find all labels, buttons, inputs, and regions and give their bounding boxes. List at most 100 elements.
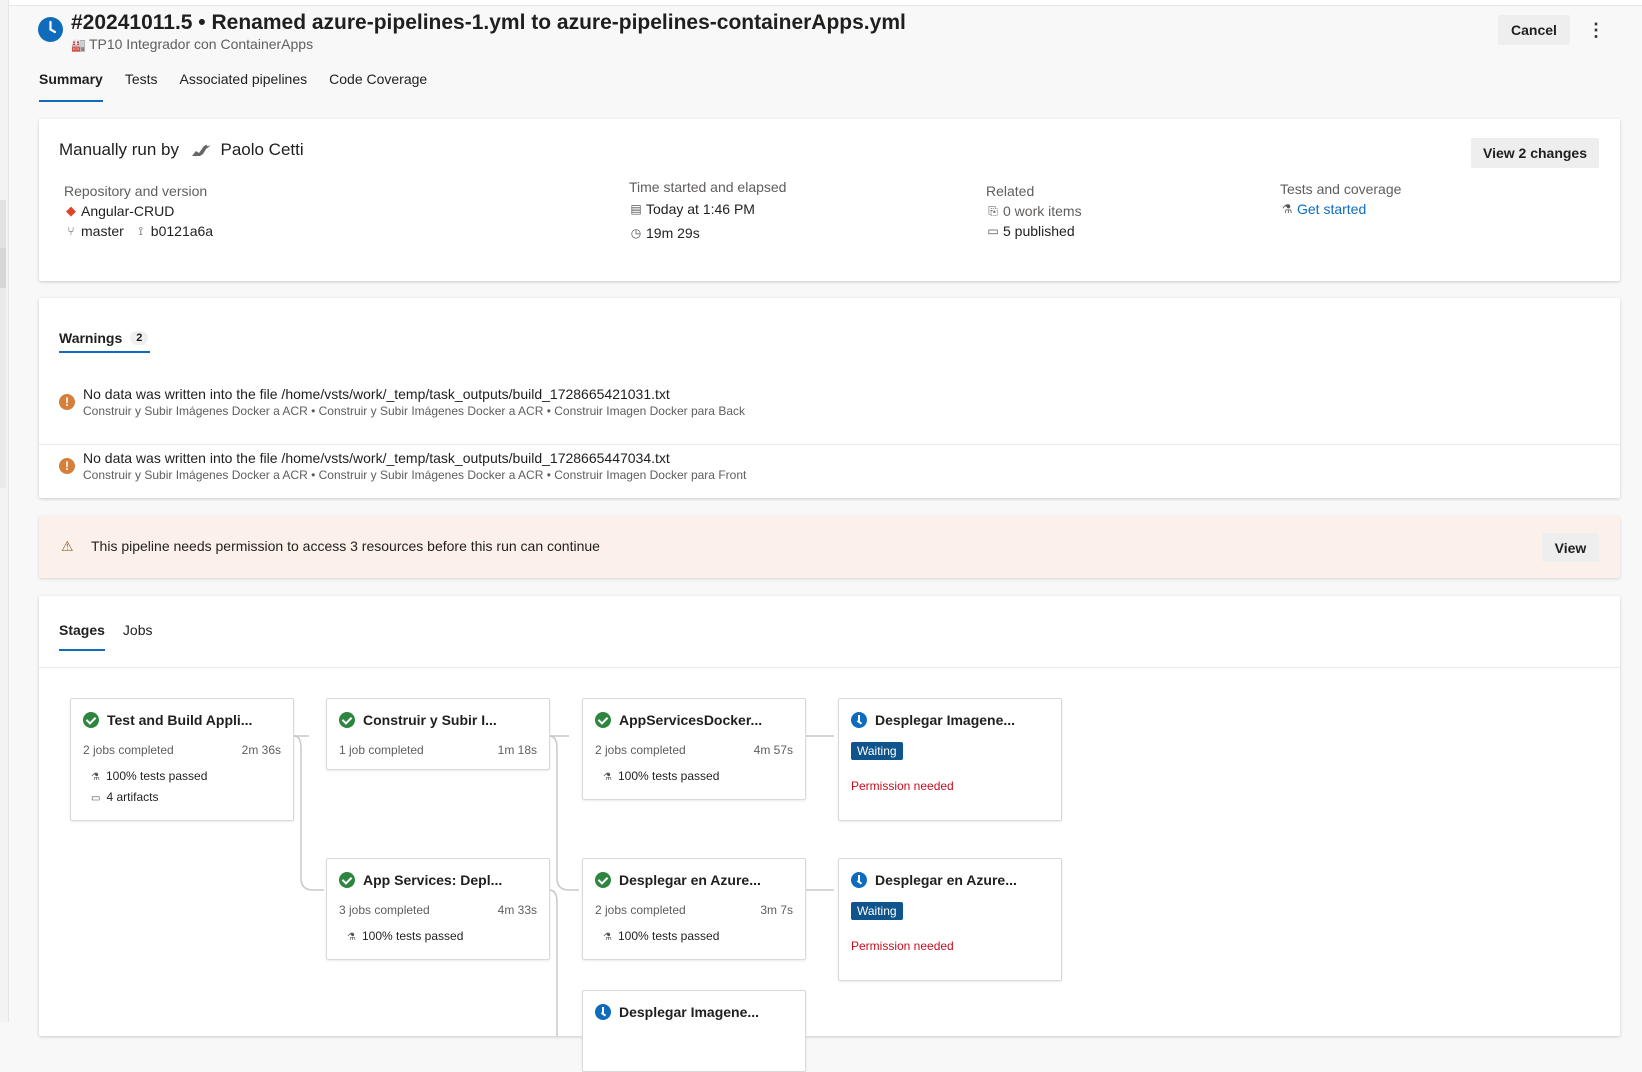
stage-duration: 4m 57s (753, 743, 793, 757)
stage-name: Desplegar Imagene... (619, 1004, 760, 1020)
tab-code-coverage[interactable]: Code Coverage (329, 71, 427, 103)
stage-name: Desplegar Imagene... (875, 712, 1016, 728)
success-icon (595, 872, 611, 888)
list-item[interactable]: ! No data was written into the file /hom… (39, 444, 1620, 508)
clock-icon (38, 17, 63, 42)
user-name[interactable]: Paolo Cetti (220, 140, 303, 159)
success-icon (595, 712, 611, 728)
stage-card[interactable]: Test and Build Appli... 2 jobs completed… (70, 698, 294, 821)
tab-summary[interactable]: Summary (39, 71, 103, 103)
commit-icon: ⟟ (138, 223, 144, 238)
stage-duration: 3m 7s (760, 903, 793, 917)
branch-name[interactable]: master (81, 223, 124, 239)
stage-card[interactable]: Construir y Subir I... 1 job completed 1m… (326, 698, 550, 770)
run-title: #20241011.5 • Renamed azure-pipelines-1.… (71, 11, 906, 34)
published-link[interactable]: 5 published (1003, 223, 1075, 239)
warnings-tab-indicator (59, 351, 150, 353)
cancel-button[interactable]: Cancel (1498, 15, 1570, 45)
repository-label: Repository and version (64, 183, 208, 199)
left-nav-rail (0, 0, 9, 1022)
repository-name[interactable]: Angular-CRUD (81, 203, 174, 219)
stage-card[interactable]: Desplegar en Azure... 2 jobs completed 3m… (582, 858, 806, 960)
warning-path: Construir y Subir Imágenes Docker a ACR … (83, 468, 747, 482)
stage-card[interactable]: App Services: Depl... 3 jobs completed 4m… (326, 858, 550, 960)
success-icon (339, 712, 355, 728)
list-item[interactable]: ! No data was written into the file /hom… (39, 381, 1620, 444)
stage-tests: 100% tests passed (617, 929, 720, 943)
commit-id[interactable]: b0121a6a (151, 223, 213, 239)
warnings-card: Warnings 2 ! No data was written into th… (39, 298, 1620, 498)
related-label: Related (986, 183, 1035, 199)
related-section: Related ⎘ 0 work items ▭ 5 published (986, 183, 1082, 239)
branch-icon: ⑂ (67, 224, 75, 238)
stage-jobs: 1 job completed (339, 743, 424, 757)
stage-name: Test and Build Appli... (107, 712, 253, 728)
git-icon: ◆ (66, 203, 76, 218)
tab-warnings[interactable]: Warnings 2 (59, 326, 149, 350)
status-badge: Waiting (851, 742, 903, 760)
warning-message: No data was written into the file /home/… (83, 386, 670, 402)
flask-icon: ⚗ (347, 932, 356, 943)
stage-card[interactable]: AppServicesDocker... 2 jobs completed 4m … (582, 698, 806, 800)
status-badge: Waiting (851, 902, 903, 920)
work-items-link[interactable]: 0 work items (1003, 203, 1082, 219)
permission-message: This pipeline needs permission to access… (91, 538, 600, 554)
repository-section: Repository and version ◆ Angular-CRUD ⑂ … (64, 183, 213, 239)
tests-section: Tests and coverage ⚗ Get started (1280, 181, 1401, 217)
tests-label: Tests and coverage (1280, 181, 1402, 197)
flask-icon: ⚗ (91, 772, 100, 783)
view-changes-button[interactable]: View 2 changes (1471, 138, 1599, 168)
stage-name: Desplegar en Azure... (619, 872, 761, 888)
stage-jobs: 3 jobs completed (339, 903, 430, 917)
get-started-link[interactable]: Get started (1297, 201, 1366, 217)
started-time: Today at 1:46 PM (646, 201, 755, 217)
view-permission-button[interactable]: View (1542, 533, 1599, 562)
more-actions-icon[interactable]: ⋮ (1586, 18, 1606, 42)
stage-artifacts[interactable]: 4 artifacts (106, 790, 158, 804)
stage-card[interactable]: Desplegar Imagene... (582, 990, 806, 1072)
work-item-icon: ⎘ (988, 203, 998, 218)
success-icon (83, 712, 99, 728)
permission-needed-text: Permission needed (851, 779, 954, 793)
stage-tests: 100% tests passed (617, 769, 720, 783)
pipeline-icon: 🏭 (71, 38, 86, 52)
top-border (0, 0, 1642, 6)
summary-card: Manually run by Paolo Cetti View 2 chang… (39, 119, 1620, 281)
warnings-count-badge: 2 (130, 331, 149, 345)
warning-triangle-icon: ⚠ (61, 538, 74, 554)
permission-banner: ⚠ This pipeline needs permission to acce… (39, 516, 1620, 578)
stage-name: AppServicesDocker... (619, 712, 763, 728)
flask-icon: ⚗ (603, 932, 612, 943)
clock-icon (851, 872, 867, 888)
clock-icon (595, 1004, 611, 1020)
stage-jobs: 2 jobs completed (83, 743, 174, 757)
artifact-icon: ▭ (987, 224, 999, 238)
pipeline-name[interactable]: TP10 Integrador con ContainerApps (89, 36, 313, 52)
stage-card[interactable]: Desplegar Imagene... Waiting Permission … (838, 698, 1062, 821)
clock-icon (851, 712, 867, 728)
stage-name: Desplegar en Azure... (875, 872, 1017, 888)
warning-message: No data was written into the file /home/… (83, 450, 670, 466)
elapsed-time: 19m 29s (646, 225, 700, 241)
tab-associated-pipelines[interactable]: Associated pipelines (180, 71, 308, 103)
stage-jobs: 2 jobs completed (595, 743, 686, 757)
avatar (191, 143, 210, 156)
pipeline-link[interactable]: 🏭 TP10 Integrador con ContainerApps (71, 36, 313, 52)
stage-jobs: 2 jobs completed (595, 903, 686, 917)
time-label: Time started and elapsed (629, 179, 787, 195)
flask-icon: ⚗ (1281, 202, 1293, 216)
stage-name: App Services: Depl... (363, 872, 503, 888)
stage-duration: 4m 33s (497, 903, 537, 917)
timer-icon: ◷ (630, 226, 642, 240)
time-section: Time started and elapsed ▤ Today at 1:46… (629, 179, 786, 241)
artifact-icon: ▭ (91, 793, 101, 804)
calendar-icon: ▤ (630, 202, 642, 216)
tab-tests[interactable]: Tests (125, 71, 158, 103)
stages-card: Stages Jobs Test and Build Appli... 2 jo… (39, 596, 1620, 1072)
stage-tests: 100% tests passed (361, 929, 464, 943)
stage-name: Construir y Subir I... (363, 712, 497, 728)
stage-tests: 100% tests passed (105, 769, 208, 783)
success-icon (339, 872, 355, 888)
stage-card[interactable]: Desplegar en Azure... Waiting Permission… (838, 858, 1062, 981)
warning-icon: ! (59, 458, 75, 474)
